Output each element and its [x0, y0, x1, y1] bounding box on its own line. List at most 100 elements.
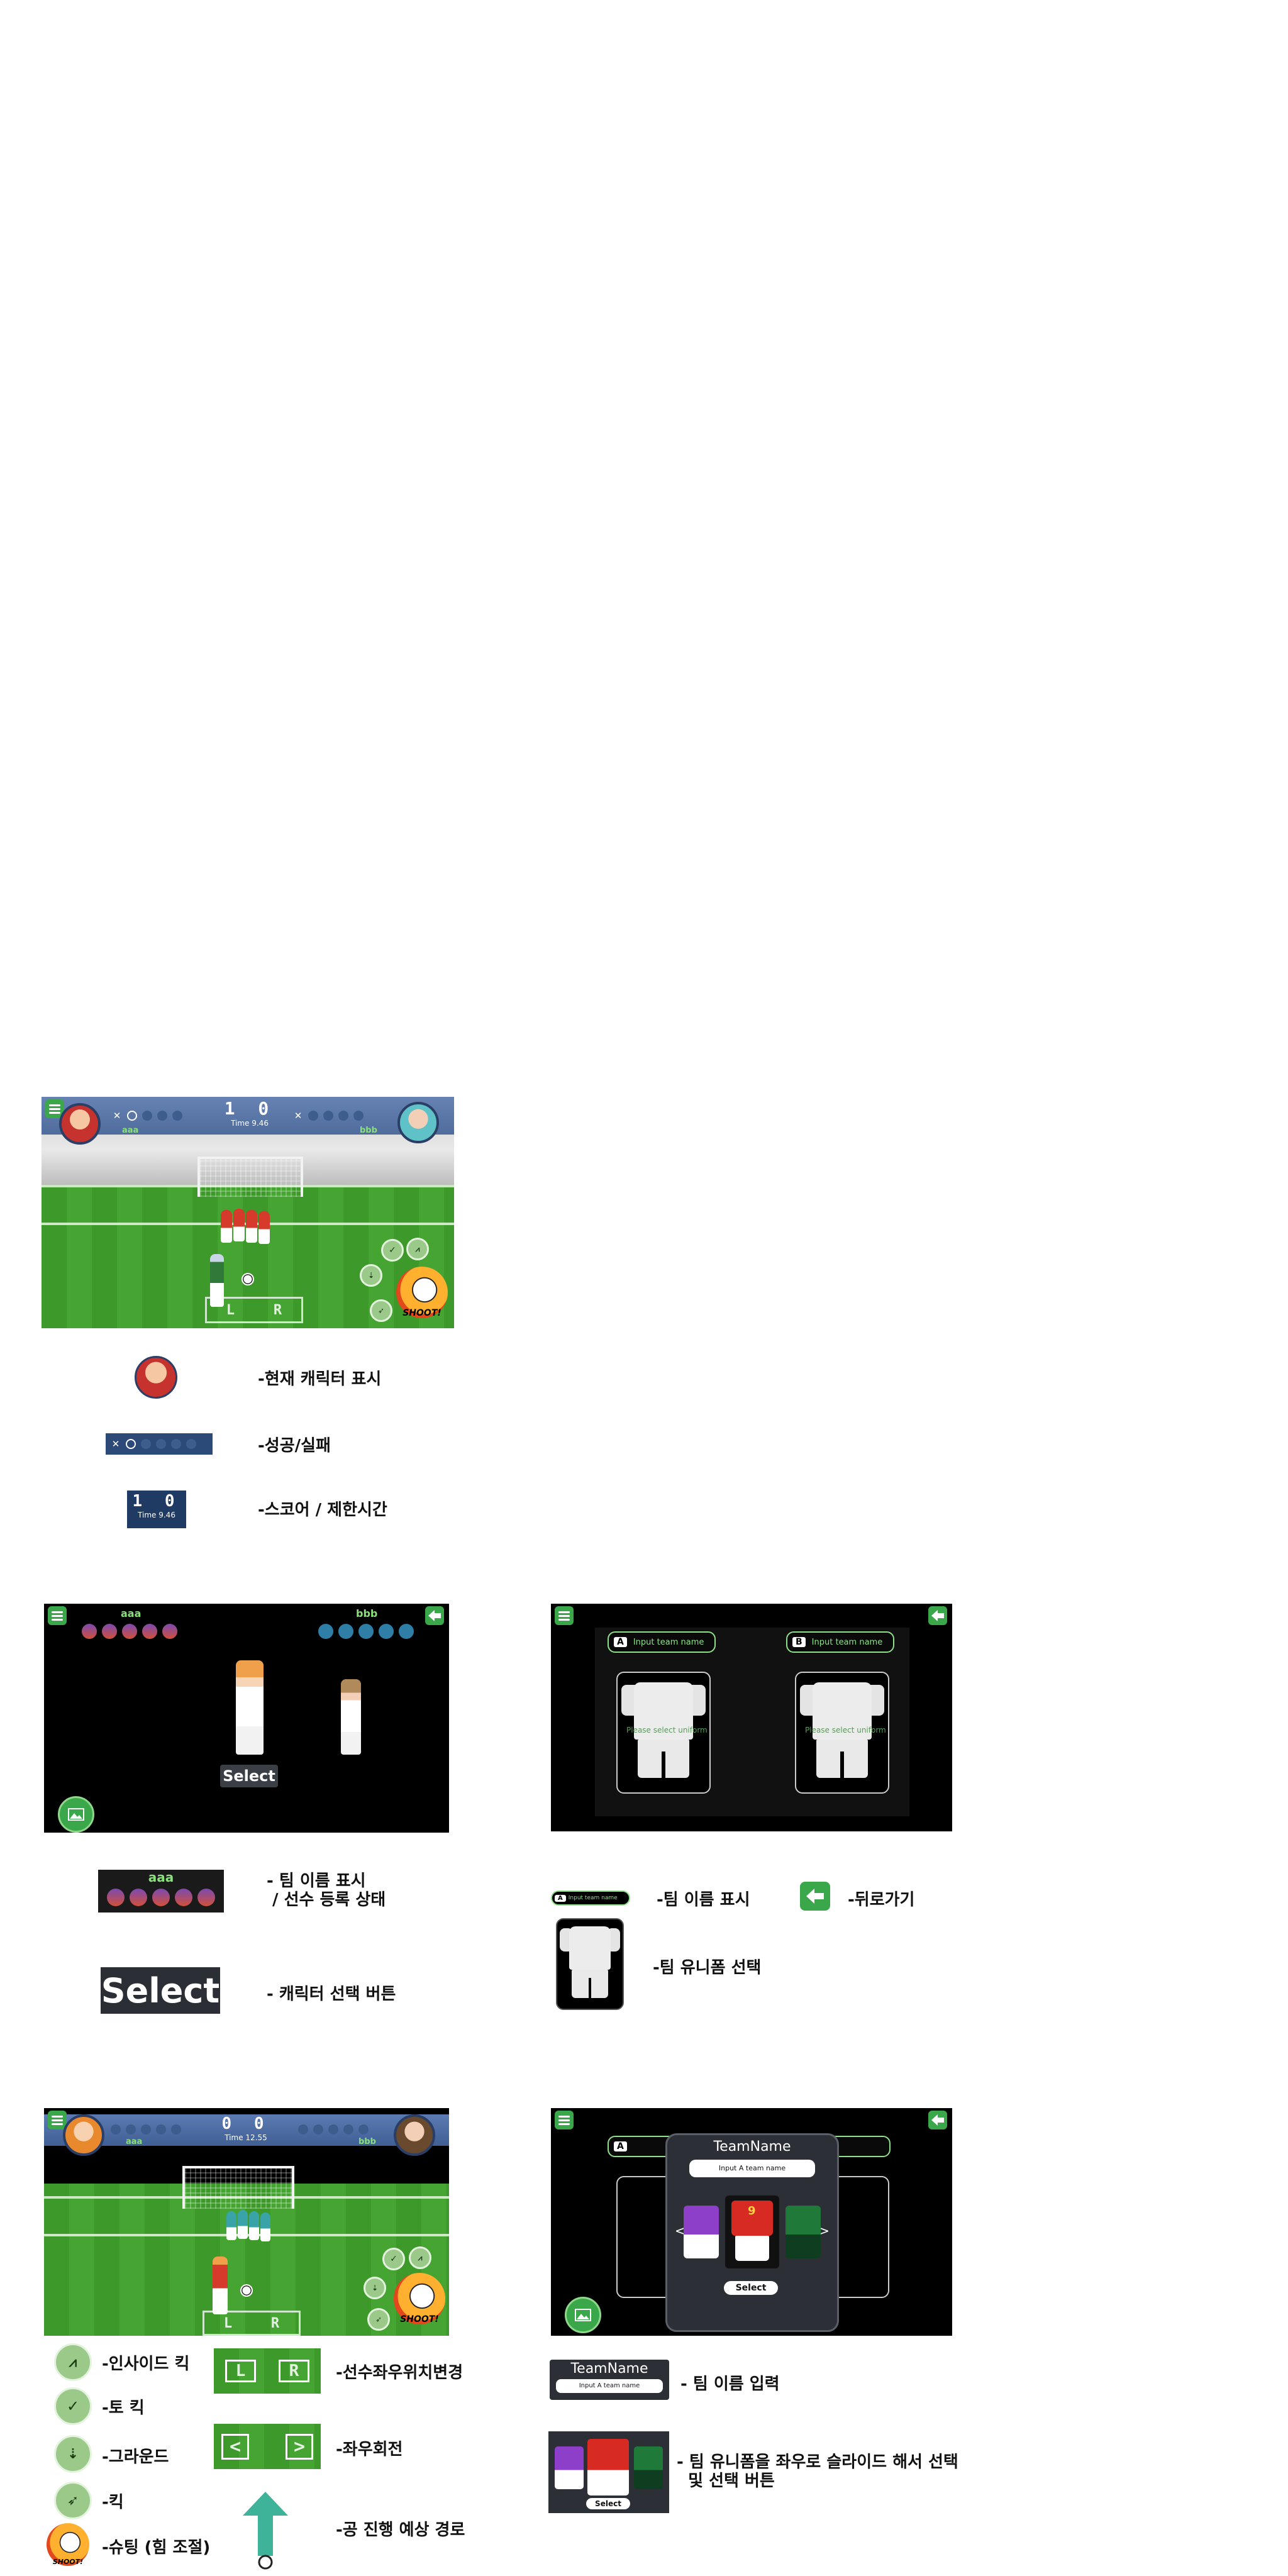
gallery-button[interactable]	[565, 2297, 601, 2333]
character-selected[interactable]	[236, 1660, 264, 1755]
shoot-button[interactable]: SHOOT!	[394, 2273, 445, 2324]
team-b-name-input[interactable]: B Input team name	[786, 1631, 894, 1653]
legend-ground-text: -그라운드	[102, 2448, 169, 2467]
uniform-purple[interactable]	[684, 2206, 719, 2258]
legend-character-avatar	[135, 1356, 177, 1399]
back-arrow-icon	[931, 2114, 944, 2126]
select-button[interactable]: Select	[220, 1765, 278, 1787]
back-button[interactable]	[928, 2111, 947, 2129]
wall-player	[226, 2211, 236, 2240]
legend-name-input-text: - 팀 이름 입력	[680, 2375, 780, 2394]
legend-uniform-slider: Select	[548, 2431, 669, 2513]
popup-title: TeamName	[713, 2139, 791, 2155]
shoot-label: SHOOT!	[402, 1308, 441, 1318]
wall-player	[238, 2210, 248, 2239]
gallery-button[interactable]	[58, 1796, 94, 1833]
ball	[242, 1273, 254, 1285]
kick-button[interactable]: ➶	[367, 2308, 390, 2331]
back-arrow-icon	[428, 1610, 441, 1621]
team-a-uniform-box[interactable]: Please select uniform	[616, 1672, 711, 1794]
legend-team-name-box: TeamName Input A team name	[550, 2360, 669, 2400]
inside-kick-button[interactable]: ⩘	[406, 1238, 429, 1260]
shoot-button[interactable]: SHOOT!	[396, 1267, 448, 1318]
legend-select-button: Select	[586, 2498, 630, 2509]
legend-back-text: -뒤로가기	[848, 1890, 915, 1909]
legend-rotate-left: <	[221, 2433, 250, 2460]
legend-score-time-text: -스코어 / 제한시간	[258, 1501, 387, 1519]
legend-back-button	[800, 1882, 830, 1911]
wall-player	[249, 2211, 259, 2240]
inside-kick-button[interactable]: ⩘	[409, 2246, 431, 2269]
legend-pad-l: L	[225, 2360, 257, 2382]
back-arrow-icon	[806, 1889, 824, 1904]
kit-number: 9	[748, 2204, 756, 2218]
image-icon	[68, 1808, 84, 1821]
legend-rotate-pad: < >	[214, 2424, 321, 2469]
toe-kick-button[interactable]: ✓	[381, 1239, 404, 1262]
character-other[interactable]	[341, 1679, 361, 1755]
legend-success-text: -성공/실패	[258, 1436, 331, 1455]
position-change-pad[interactable]: LR	[205, 1297, 303, 1323]
legend-toe-kick-text: -토 킥	[102, 2399, 145, 2418]
goal-net	[197, 1157, 303, 1197]
legend-rotate-right: >	[285, 2433, 313, 2460]
team-b-uniform-box[interactable]: Please select uniform	[795, 1672, 889, 1794]
toe-kick-button[interactable]: ✓	[382, 2248, 405, 2270]
score: 0 0	[221, 2114, 270, 2133]
team-a-letter: A	[614, 2141, 627, 2151]
player-a-avatar	[59, 1103, 101, 1145]
legend-team-roster: aaa	[98, 1870, 224, 1913]
popup-name-input[interactable]: Input A team name	[689, 2160, 815, 2177]
uniform-hint: Please select uniform	[805, 1726, 886, 1735]
team-a-attempts: ✕	[112, 1111, 182, 1121]
back-button[interactable]	[928, 1606, 947, 1625]
legend-uniform-box	[556, 1918, 624, 2010]
menu-button[interactable]	[555, 1606, 574, 1625]
legend-scoreboard: 1 0 Time 9.46	[127, 1491, 186, 1528]
pad-left-label: L	[223, 2315, 233, 2331]
team-a-name: aaa	[126, 2137, 143, 2146]
legend-shooting-text: -슈팅 (힘 조절)	[102, 2538, 211, 2557]
pad-left-label: L	[226, 1302, 235, 1318]
uniform-icon	[557, 1919, 623, 2009]
pad-right-label: R	[273, 1302, 282, 1318]
ground-kick-button[interactable]: ⇣	[364, 2277, 386, 2299]
legend-ground-icon: ⇣	[54, 2435, 92, 2473]
team-a-attempts	[111, 2124, 181, 2135]
legend-team-label: aaa	[148, 1870, 174, 1885]
ground-kick-button[interactable]: ⇣	[360, 1264, 382, 1287]
time-remaining: Time 9.46	[231, 1119, 269, 1128]
legend-success-bar: ✕	[106, 1433, 213, 1455]
team-uniform-screen: A Input team name B Input team name Please…	[551, 1604, 952, 1831]
legend-toe-kick-icon: ✓	[54, 2387, 92, 2425]
back-arrow-icon	[931, 1610, 944, 1621]
team-b-placeholder: Input team name	[811, 1637, 883, 1647]
legend-character-text: -현재 캐릭터 표시	[258, 1370, 382, 1389]
uniform-red-selected[interactable]: 9	[725, 2196, 779, 2268]
legend-kick-icon: ➶	[54, 2482, 92, 2519]
player-a-avatar	[63, 2114, 104, 2156]
kicker-player	[213, 2257, 228, 2314]
legend-time: Time 9.46	[138, 1511, 175, 1519]
scoreboard: 0 0 Time 12.55	[211, 2114, 280, 2146]
wall-player	[246, 1210, 257, 1243]
team-a-name: aaa	[121, 1607, 142, 1619]
menu-button[interactable]	[555, 2111, 574, 2129]
image-icon	[575, 2309, 591, 2321]
ball	[240, 2284, 253, 2297]
game-screen-2: 0 0 Time 12.55 aaa bbb LR ✓ ⩘ ⇣ ➶ SHOOT!	[44, 2108, 449, 2336]
legend-team-name-text: -팀 이름 표시	[657, 1890, 750, 1909]
legend-inside-kick-icon: ⩘	[54, 2343, 92, 2381]
legend-uniform-text: -팀 유니폼 선택	[653, 1958, 762, 1977]
menu-button[interactable]	[48, 1606, 67, 1625]
uniform-green[interactable]	[786, 2206, 821, 2258]
position-change-pad[interactable]: LR	[203, 2311, 301, 2336]
team-a-name-input[interactable]: A Input team name	[608, 1631, 716, 1653]
legend-shoot-label: SHOOT!	[52, 2558, 84, 2566]
legend-select-text: - 캐릭터 선택 버튼	[267, 1985, 396, 2004]
popup-select-button[interactable]: Select	[724, 2281, 778, 2295]
team-a-placeholder: Input team name	[633, 1637, 704, 1647]
kick-button[interactable]: ➶	[370, 1299, 392, 1322]
legend-rotate-text: -좌우회전	[336, 2440, 403, 2459]
back-button[interactable]	[425, 1606, 444, 1625]
